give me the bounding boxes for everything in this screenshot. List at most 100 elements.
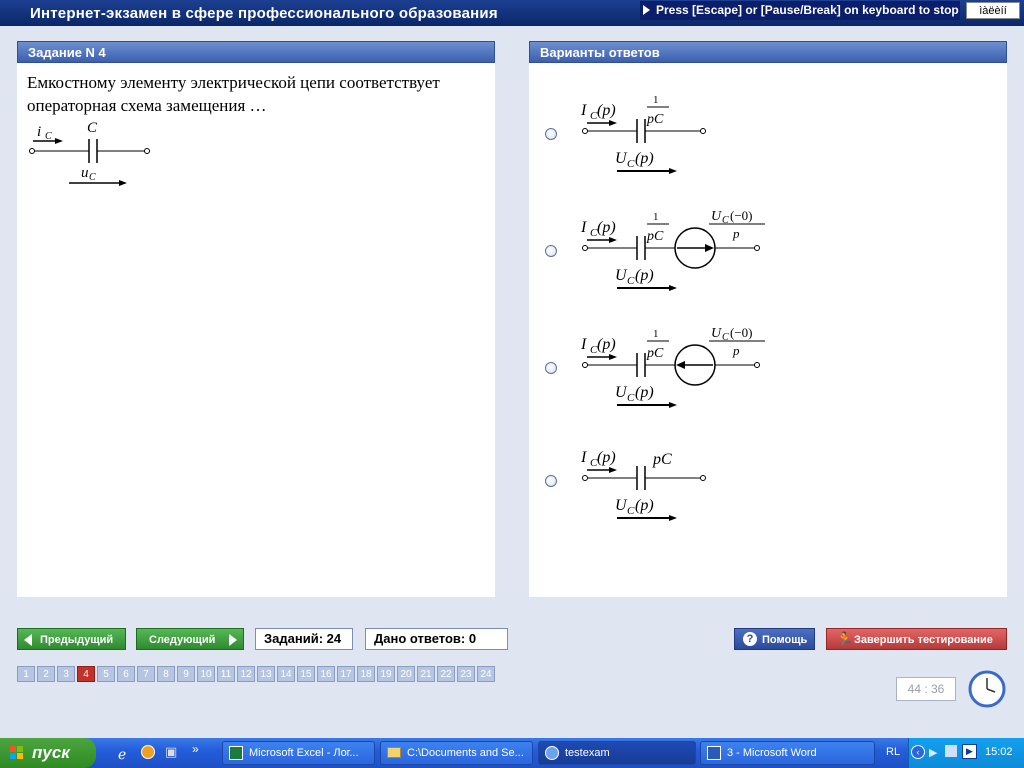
page-number-24[interactable]: 24 xyxy=(477,666,495,682)
svg-text:1: 1 xyxy=(653,94,659,106)
page-number-3[interactable]: 3 xyxy=(57,666,75,682)
question-panel: Задание N 4 Емкостному элементу электрич… xyxy=(17,41,495,597)
tray-arrow-icon[interactable]: ▶ xyxy=(929,746,937,759)
page-number-9[interactable]: 9 xyxy=(177,666,195,682)
svg-text:p: p xyxy=(732,226,740,241)
task-testexam-label: testexam xyxy=(565,747,610,759)
answer-radio-4[interactable] xyxy=(545,475,557,487)
answer-diagram-4: I C (p) pC U C (p) xyxy=(580,449,706,521)
svg-text:pC: pC xyxy=(646,346,664,361)
svg-text:(p): (p) xyxy=(635,150,654,167)
folder-icon xyxy=(387,747,401,758)
task-explorer-label: C:\Documents and Se... xyxy=(407,747,524,759)
task-excel[interactable]: Microsoft Excel - Лог... xyxy=(222,741,375,765)
page-number-6[interactable]: 6 xyxy=(117,666,135,682)
tray-collapse-icon[interactable]: ‹ xyxy=(911,745,925,759)
task-excel-label: Microsoft Excel - Лог... xyxy=(249,747,359,759)
voltage-sub: C xyxy=(89,172,96,183)
clock-time: 15:02 xyxy=(985,746,1013,758)
question-text: Емкостному элементу электрической цепи с… xyxy=(27,73,440,115)
svg-text:(p): (p) xyxy=(635,267,654,284)
window-title-bar: Интернет-экзамен в сфере профессионально… xyxy=(0,0,1024,26)
page-number-8[interactable]: 8 xyxy=(157,666,175,682)
svg-text:(p): (p) xyxy=(597,449,616,466)
arrow-left-icon xyxy=(24,634,32,646)
page-number-11[interactable]: 11 xyxy=(217,666,235,682)
svg-text:C: C xyxy=(627,505,635,517)
task-word-label: 3 - Microsoft Word xyxy=(727,747,817,759)
network-icon[interactable] xyxy=(945,745,957,757)
page-number-20[interactable]: 20 xyxy=(397,666,415,682)
svg-text:I: I xyxy=(580,102,587,119)
svg-text:C: C xyxy=(627,158,635,170)
runner-icon: 🏃 xyxy=(836,631,854,647)
page-number-7[interactable]: 7 xyxy=(137,666,155,682)
taskbar: пуск ℯ ▣ » Microsoft Excel - Лог... C:\D… xyxy=(0,738,1024,768)
svg-text:I: I xyxy=(580,219,587,236)
answer-diagram-3: I C (p) 1 pC U C (−0) p U C (p) xyxy=(580,325,765,408)
page-number-14[interactable]: 14 xyxy=(277,666,295,682)
finish-button-label: Завершить тестирование xyxy=(854,634,993,646)
task-testexam[interactable]: testexam xyxy=(538,741,696,765)
answer-radio-2[interactable] xyxy=(545,245,557,257)
arrow-right-icon xyxy=(229,634,237,646)
app-title: Интернет-экзамен в сфере профессионально… xyxy=(30,5,498,22)
quicklaunch-expand-icon[interactable]: » xyxy=(192,742,199,756)
answer-radio-1[interactable] xyxy=(545,128,557,140)
page-number-12[interactable]: 12 xyxy=(237,666,255,682)
svg-text:U: U xyxy=(711,209,722,224)
answered-count: Дано ответов: 0 xyxy=(365,628,508,650)
media-player-icon[interactable] xyxy=(141,745,155,759)
svg-text:C: C xyxy=(627,392,635,404)
question-header: Задание N 4 xyxy=(17,41,495,63)
page-number-4[interactable]: 4 xyxy=(77,666,95,682)
language-indicator: ìàëèíí xyxy=(966,2,1020,19)
svg-text:C: C xyxy=(627,275,635,287)
page-number-16[interactable]: 16 xyxy=(317,666,335,682)
answer-diagram-2: I C (p) 1 pC U C (−0) p U C (p) xyxy=(580,208,765,291)
current-label: i xyxy=(37,124,41,140)
app-shortcut-icon[interactable]: ▣ xyxy=(165,744,177,760)
system-tray: ‹ ▶ ▶ 15:02 xyxy=(908,738,1024,768)
page-number-21[interactable]: 21 xyxy=(417,666,435,682)
svg-text:(p): (p) xyxy=(597,336,616,353)
capacitor-label: C xyxy=(87,120,98,136)
page-number-10[interactable]: 10 xyxy=(197,666,215,682)
word-icon xyxy=(707,746,721,760)
svg-text:1: 1 xyxy=(653,328,659,340)
svg-text:pC: pC xyxy=(646,112,664,127)
prev-button-label: Предыдущий xyxy=(40,634,114,646)
page-number-18[interactable]: 18 xyxy=(357,666,375,682)
prev-button[interactable]: Предыдущий xyxy=(17,628,126,650)
page-number-17[interactable]: 17 xyxy=(337,666,355,682)
page-number-23[interactable]: 23 xyxy=(457,666,475,682)
page-number-15[interactable]: 15 xyxy=(297,666,315,682)
page-number-22[interactable]: 22 xyxy=(437,666,455,682)
media-play-icon[interactable]: ▶ xyxy=(962,744,977,759)
start-button[interactable]: пуск xyxy=(0,738,96,768)
stop-hint: Press [Escape] or [Pause/Break] on keybo… xyxy=(640,1,960,20)
answer-radio-3[interactable] xyxy=(545,362,557,374)
help-icon: ? xyxy=(743,632,757,646)
task-word[interactable]: 3 - Microsoft Word xyxy=(700,741,875,765)
language-bar[interactable]: RL xyxy=(886,746,900,758)
svg-text:U: U xyxy=(711,326,722,341)
next-button-label: Следующий xyxy=(149,634,216,646)
current-sub: C xyxy=(45,131,52,142)
page-number-2[interactable]: 2 xyxy=(37,666,55,682)
svg-text:(p): (p) xyxy=(597,219,616,236)
page-number-1[interactable]: 1 xyxy=(17,666,35,682)
timer: 44 : 36 xyxy=(896,677,956,701)
excel-icon xyxy=(229,746,243,760)
next-button[interactable]: Следующий xyxy=(136,628,244,650)
page-number-5[interactable]: 5 xyxy=(97,666,115,682)
help-button[interactable]: ? Помощь xyxy=(734,628,815,650)
finish-button[interactable]: 🏃 Завершить тестирование xyxy=(826,628,1007,650)
svg-text:(p): (p) xyxy=(635,497,654,514)
svg-text:I: I xyxy=(580,336,587,353)
ie-icon[interactable]: ℯ xyxy=(118,746,126,763)
capacitor-diagram: i C C u C xyxy=(29,120,150,186)
page-number-19[interactable]: 19 xyxy=(377,666,395,682)
task-explorer[interactable]: C:\Documents and Se... xyxy=(380,741,533,765)
page-number-13[interactable]: 13 xyxy=(257,666,275,682)
